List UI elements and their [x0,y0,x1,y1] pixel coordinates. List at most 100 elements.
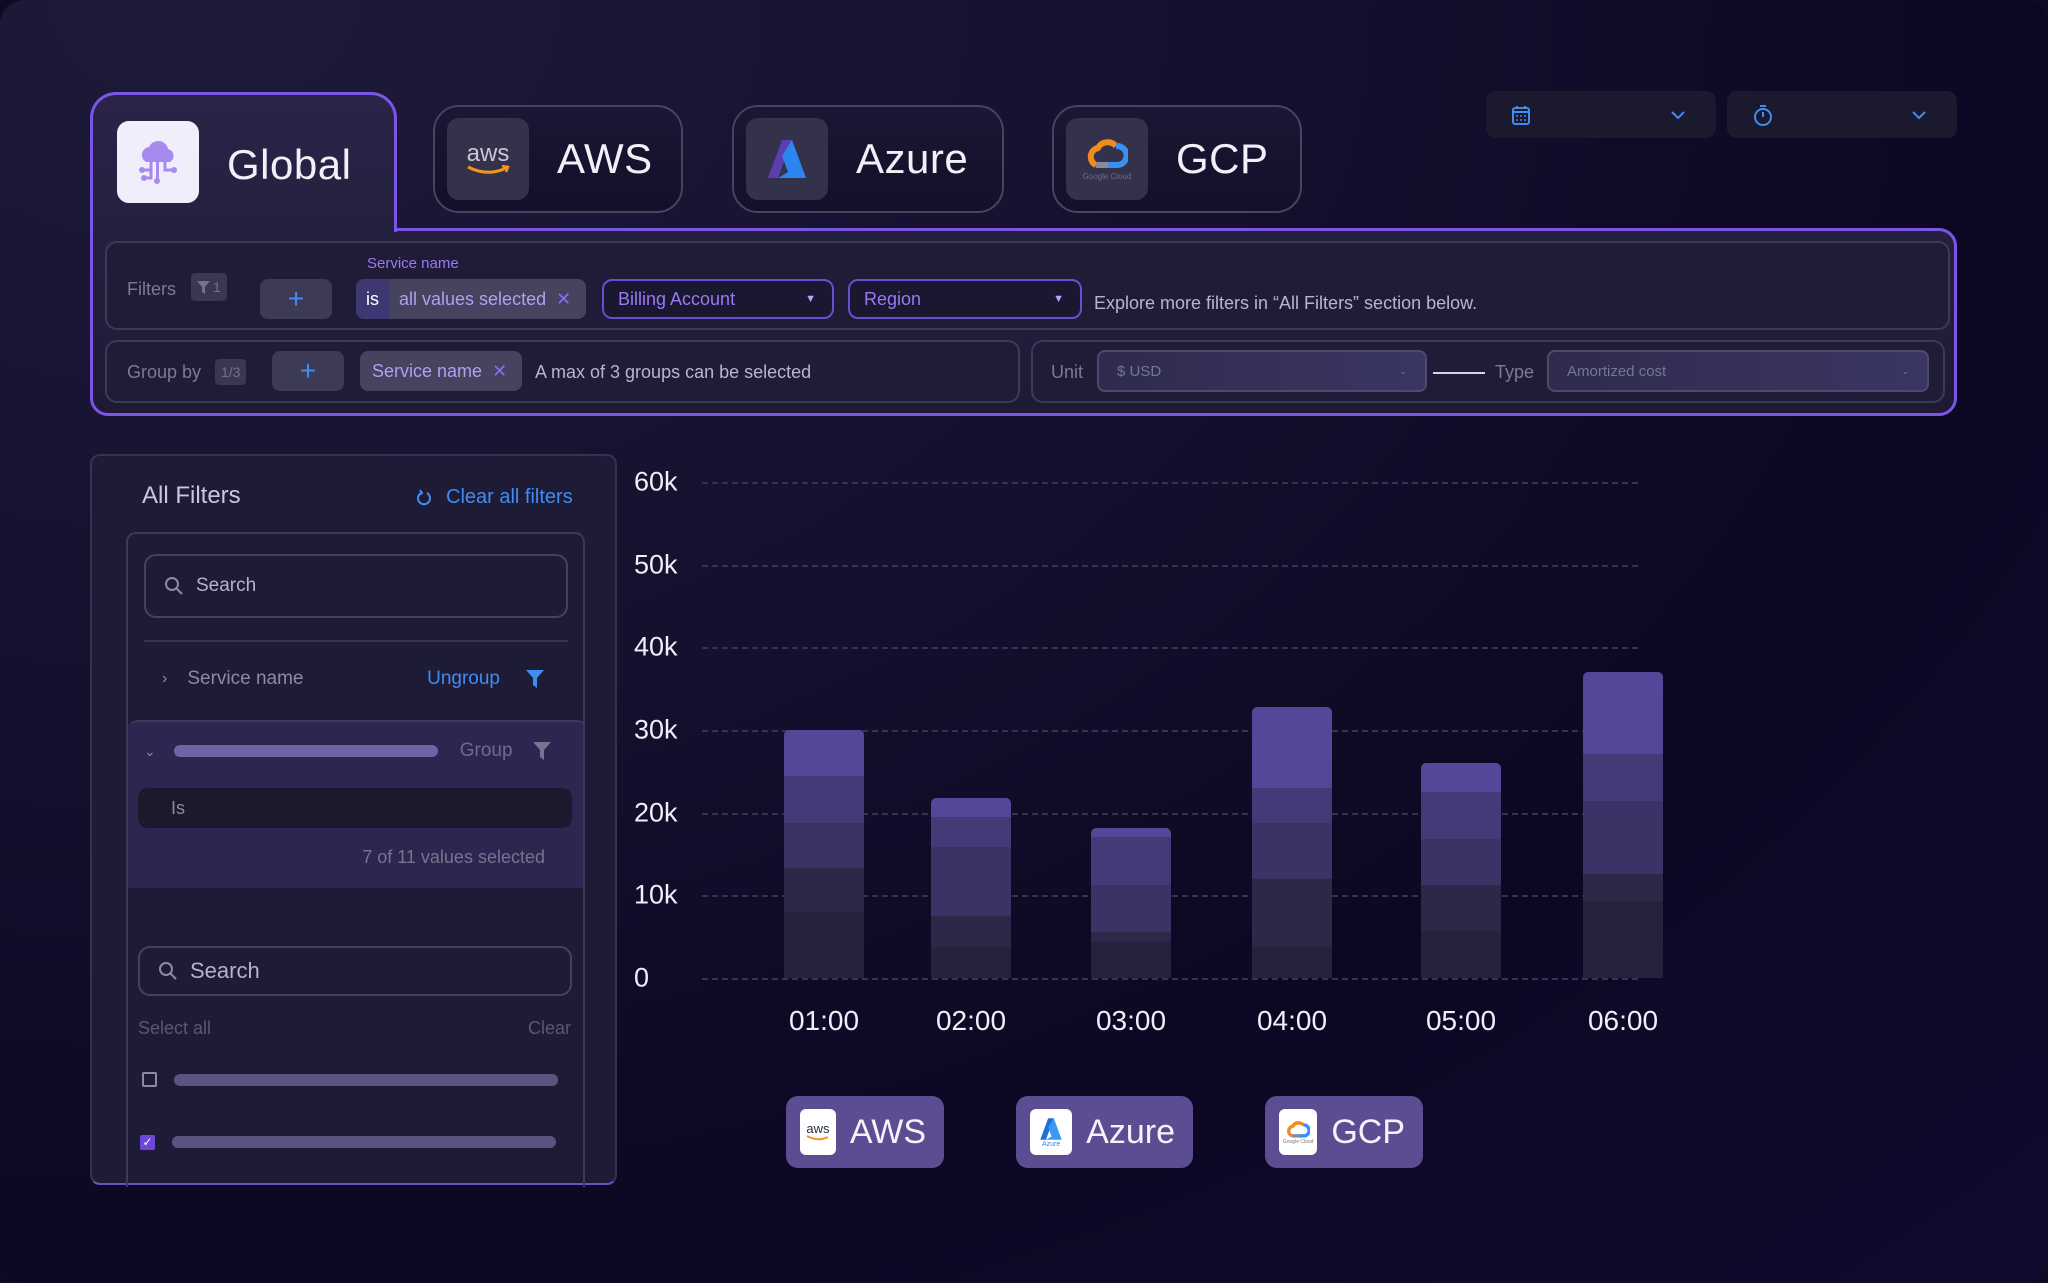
aws-logo-icon: aws [447,118,529,200]
bar-segment[interactable] [1252,878,1332,948]
bar-segment[interactable] [1421,930,1501,978]
caret-down-icon: ▼ [1053,293,1064,305]
bar-04:00[interactable] [1252,706,1332,978]
bar-01:00[interactable] [784,730,864,978]
tab-azure[interactable]: Azure [732,105,1004,213]
remove-filter-icon[interactable]: ✕ [556,289,571,310]
connector-line [1433,372,1485,374]
bar-segment[interactable] [1421,884,1501,931]
bar-segment[interactable] [784,730,864,777]
option-row[interactable]: ✓ [138,1132,568,1152]
bar-06:00[interactable] [1583,672,1663,978]
group-header-row[interactable]: ⌄ Group [128,736,583,766]
unit-select[interactable]: $ USD ⌄ [1097,350,1427,392]
clear-button[interactable]: Clear [528,1018,571,1039]
bar-segment[interactable] [784,911,864,978]
bar-segment[interactable] [784,822,864,869]
operator-value: Is [171,797,186,818]
checkbox-checked[interactable]: ✓ [140,1135,155,1150]
chevron-down-icon: ⌄ [1901,365,1909,376]
bar-05:00[interactable] [1421,763,1501,978]
bar-segment[interactable] [931,797,1011,817]
operator-select[interactable]: Is [138,788,572,828]
bar-segment[interactable] [1252,947,1332,978]
date-range-picker[interactable] [1486,91,1716,138]
bar-segment[interactable] [931,916,1011,948]
tab-global[interactable]: Global [90,92,397,232]
app-window: Global aws AWS Azure Google Cloud GCP Fi… [0,0,2048,1283]
cost-type-select[interactable]: Amortized cost ⌄ [1547,350,1929,392]
search-placeholder: Search [190,958,260,983]
bar-03:00[interactable] [1091,828,1171,978]
billing-account-dropdown[interactable]: Billing Account ▼ [602,279,834,319]
x-tick-label: 05:00 [1425,1005,1497,1036]
legend-aws[interactable]: aws AWS [786,1096,944,1168]
clear-all-filters-button[interactable]: Clear all filters [416,486,573,509]
bar-segment[interactable] [1421,763,1501,793]
bar-segment[interactable] [1091,941,1171,978]
y-tick-label: 0 [634,962,650,993]
filter-count-badge: 1 [191,273,227,301]
bar-segment[interactable] [1091,836,1171,886]
active-filter-chip[interactable]: is all values selected ✕ [356,279,586,319]
search-icon [159,962,177,980]
tab-gcp[interactable]: Google Cloud GCP [1052,105,1302,213]
active-filter-field-label: Service name [367,255,459,272]
filters-row: Filters 1 + Service name is all values s… [105,241,1950,330]
bar-segment[interactable] [1252,706,1332,788]
group-chip-label: Service name [372,360,483,381]
bar-segment[interactable] [1091,885,1171,932]
bar-segment[interactable] [931,846,1011,916]
bar-segment[interactable] [1583,754,1663,802]
group-chip[interactable]: Service name ✕ [360,351,522,391]
option-row[interactable] [138,1070,568,1090]
legend-gcp[interactable]: Google Cloud GCP [1265,1096,1423,1168]
type-label: Type [1495,362,1535,382]
bar-segment[interactable] [1252,822,1332,879]
filter-count: 1 [213,279,221,295]
group-hint: A max of 3 groups can be selected [535,362,812,382]
bar-segment[interactable] [1421,839,1501,885]
bar-segment[interactable] [1421,792,1501,840]
group-count-badge: 1/3 [215,359,247,385]
remove-group-icon[interactable]: ✕ [492,361,507,382]
dropdown-label: Billing Account [618,288,736,309]
region-dropdown[interactable]: Region ▼ [848,279,1082,319]
add-filter-button[interactable]: + [260,279,332,319]
filter-search-input[interactable]: Search [144,554,568,618]
bar-segment[interactable] [931,947,1011,978]
bar-segment[interactable] [1583,672,1663,754]
all-filters-title: All Filters [142,482,241,509]
bar-segment[interactable] [931,816,1011,847]
ungroup-button[interactable]: Ungroup [427,668,500,690]
bar-segment[interactable] [1583,873,1663,902]
plus-icon: + [299,355,317,386]
bar-segment[interactable] [1091,828,1171,837]
dropdown-label: Region [864,288,922,309]
filters-label: Filters [127,279,176,299]
bar-segment[interactable] [784,776,864,823]
value-search-input[interactable]: Search [138,946,572,996]
bar-02:00[interactable] [931,797,1011,978]
option-label-skeleton [174,1074,558,1086]
select-all-button[interactable]: Select all [138,1018,211,1039]
bar-segment[interactable] [1583,901,1663,978]
legend-azure[interactable]: Azure Azure [1016,1096,1193,1168]
group-button[interactable]: Group [460,740,513,762]
azure-logo-icon: Azure [1030,1109,1073,1155]
bar-segment[interactable] [784,868,864,912]
tab-aws[interactable]: aws AWS [433,105,683,213]
search-placeholder: Search [196,575,257,596]
bar-segment[interactable] [1583,801,1663,874]
service-name-row[interactable]: › Service name Ungroup [144,654,568,704]
funnel-icon[interactable] [526,670,544,688]
time-interval-picker[interactable] [1727,91,1957,138]
gridline [702,564,1638,567]
bar-segment[interactable] [1091,931,1171,942]
caret-down-icon: ▼ [805,293,816,305]
bar-segment[interactable] [1252,787,1332,823]
checkbox-unchecked[interactable] [142,1072,157,1087]
funnel-icon [197,280,210,294]
add-group-button[interactable]: + [272,351,344,391]
funnel-icon[interactable] [532,742,551,760]
